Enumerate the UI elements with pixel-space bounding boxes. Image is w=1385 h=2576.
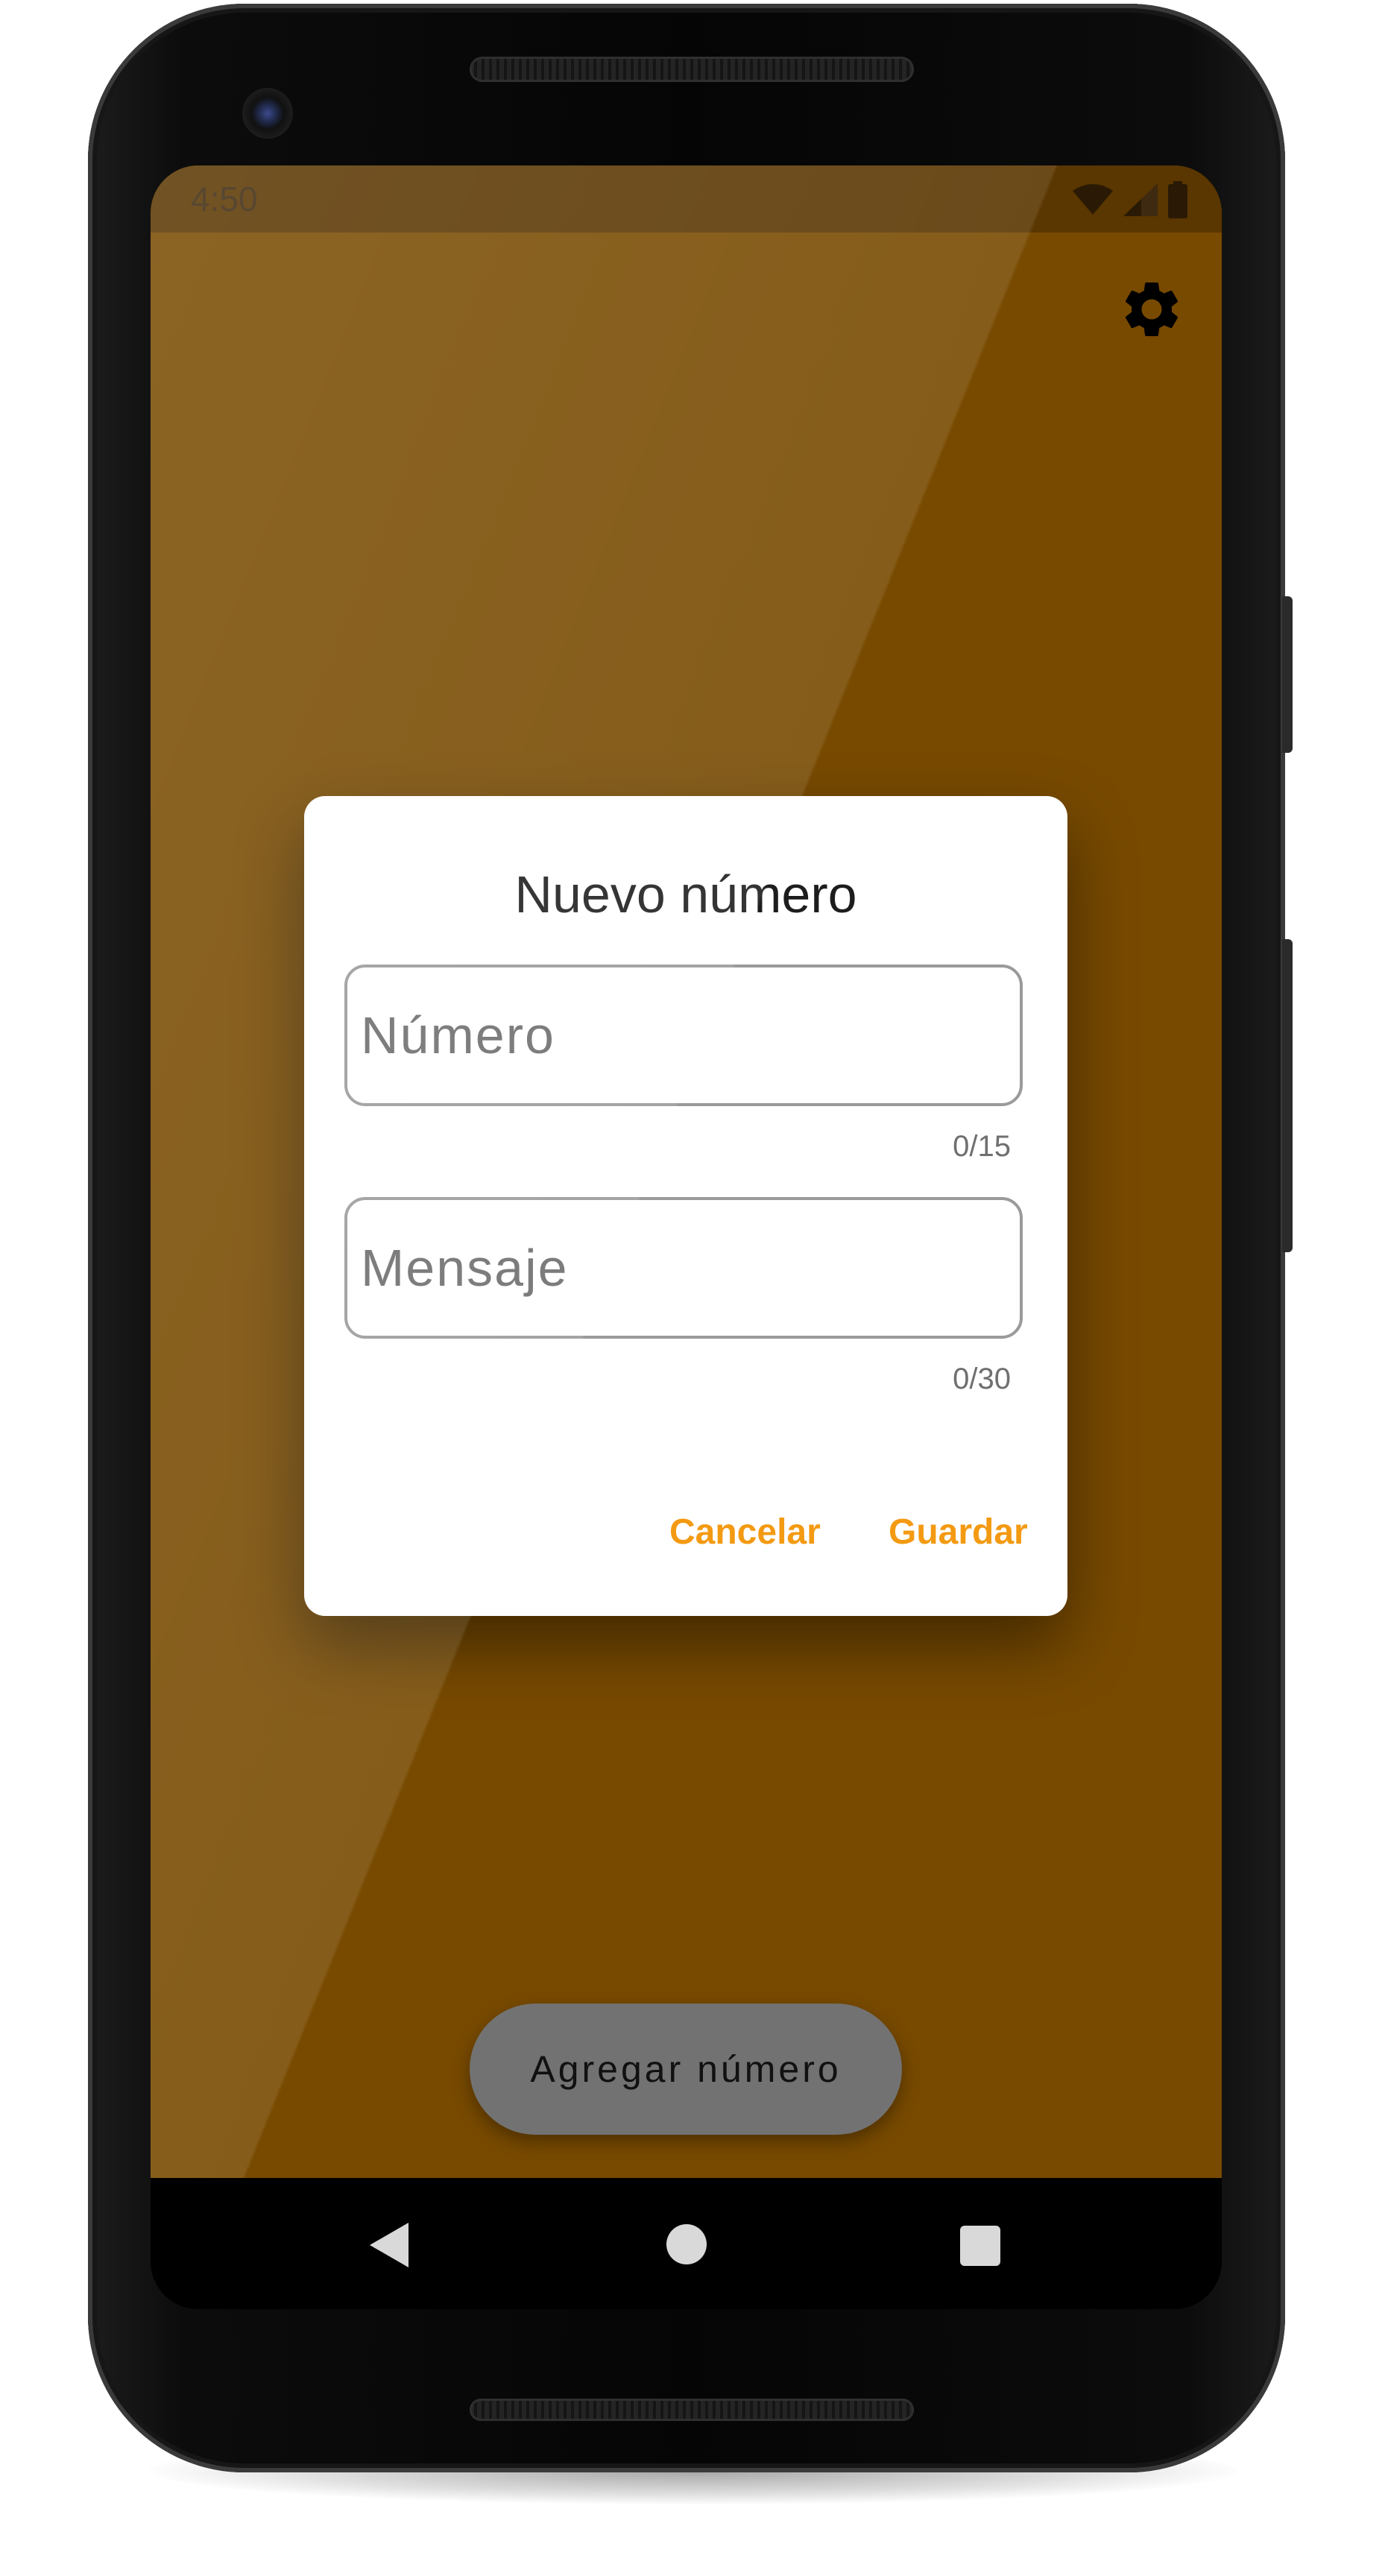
power-button <box>1282 596 1293 753</box>
back-icon[interactable] <box>367 2221 411 2269</box>
gear-icon[interactable] <box>1118 276 1185 343</box>
number-char-counter: 0/15 <box>953 1130 1011 1163</box>
dialog-title: Nuevo número <box>514 865 857 924</box>
device-screen: 4:50 Nuevo número Número 0/15 Mensaje 0/… <box>151 165 1222 2309</box>
recents-icon[interactable] <box>960 2226 1000 2266</box>
navigation-bar <box>151 2178 1222 2309</box>
message-input[interactable] <box>361 1200 1002 1336</box>
new-number-dialog: Nuevo número 0/15 0/30 Cancelar Guardar <box>304 796 1067 1616</box>
message-char-counter: 0/30 <box>953 1363 1011 1395</box>
app-background: 4:50 Nuevo número Número 0/15 Mensaje 0/… <box>151 165 1222 2178</box>
home-icon[interactable] <box>666 2224 707 2264</box>
cancel-button[interactable]: Cancelar <box>669 1512 821 1553</box>
battery-icon <box>1168 181 1187 218</box>
number-field[interactable] <box>344 965 1023 1106</box>
bottom-speaker <box>470 2399 914 2421</box>
earpiece-speaker <box>470 57 914 82</box>
status-bar: 4:50 <box>151 165 1222 233</box>
number-input[interactable] <box>361 967 1002 1103</box>
status-icons <box>1073 180 1187 219</box>
volume-button <box>1282 939 1293 1252</box>
status-time: 4:50 <box>191 180 258 218</box>
wifi-icon <box>1073 184 1113 215</box>
front-camera <box>242 88 293 139</box>
add-number-button[interactable]: Agregar número <box>470 2004 902 2135</box>
save-button[interactable]: Guardar <box>889 1512 1028 1553</box>
message-field[interactable] <box>344 1197 1023 1339</box>
signal-icon <box>1123 183 1158 216</box>
